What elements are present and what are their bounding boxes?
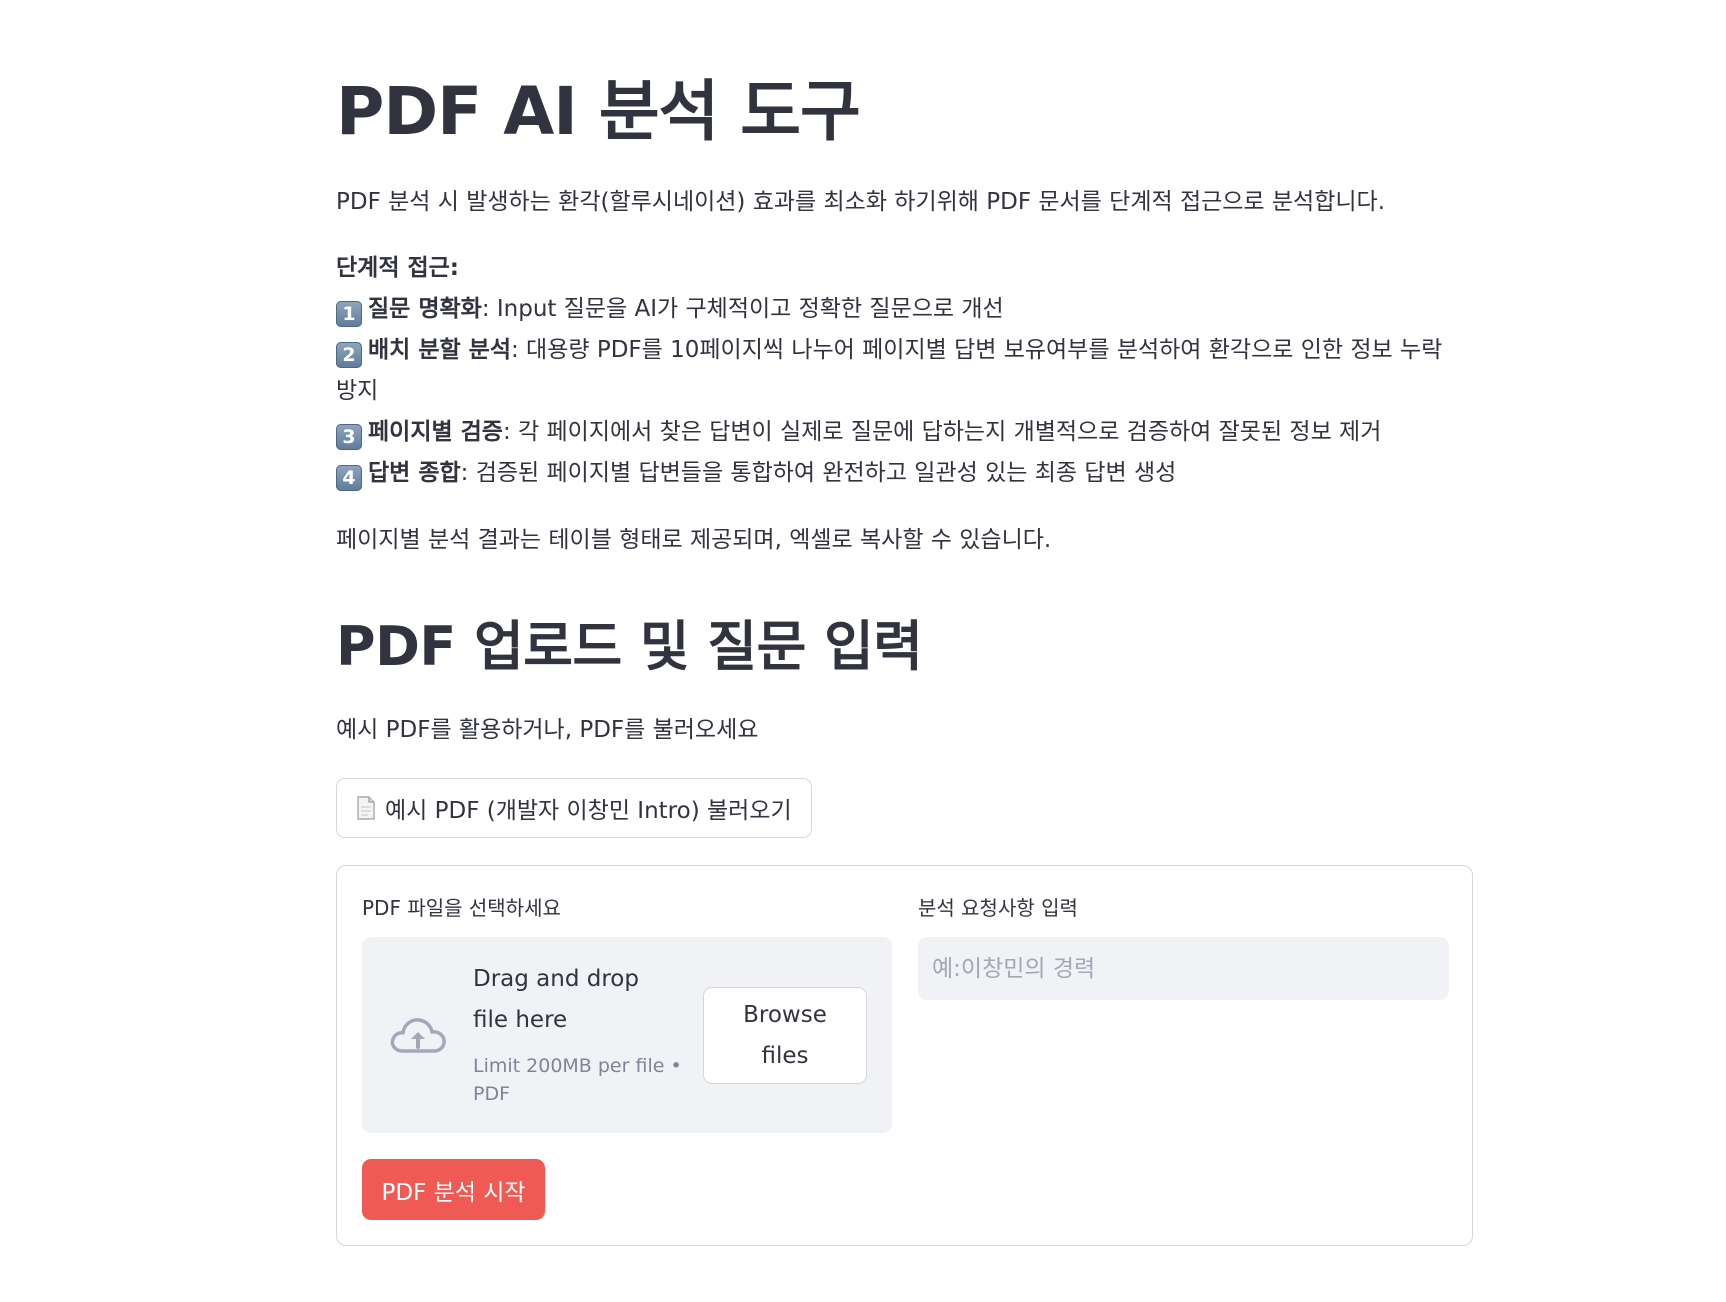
step-item-2: 2 배치 분할 분석: 대용량 PDF를 10페이지씩 나누어 페이지별 답변 보… [336,330,1442,371]
load-example-pdf-label: 예시 PDF (개발자 이창민 Intro) 불러오기 [385,798,792,824]
load-example-pdf-button[interactable]: 예시 PDF (개발자 이창민 Intro) 불러오기 [336,778,812,838]
cloud-upload-icon [390,1018,446,1053]
upload-form: PDF 파일을 선택하세요 Drag and drop file here Li… [336,865,1473,1246]
query-input[interactable] [918,937,1449,1000]
step-text: : Input 질문을 AI가 구체적이고 정확한 질문으로 개선 [481,296,1004,322]
document-icon [357,796,375,820]
keycap-four-icon: 4 [336,465,362,491]
dropzone-file-limit: Limit 200MB per file • PDF [473,1055,682,1105]
step-item-2-continued: 방지 [336,378,379,404]
steps-heading: 단계적 접근: [336,255,460,281]
step-text: : 각 페이지에서 찾은 답변이 실제로 질문에 답하는지 개별적으로 검증하여… [502,419,1382,445]
keycap-one-icon: 1 [336,301,362,327]
browse-files-button[interactable]: Browse files [703,987,867,1084]
keycap-two-icon: 2 [336,342,362,368]
step-item-3: 3 페이지별 검증: 각 페이지에서 찾은 답변이 실제로 질문에 답하는지 개별… [336,412,1381,453]
step-title: 페이지별 검증 [368,419,503,445]
dropzone-instructions: Drag and drop file here [473,966,639,1033]
upload-subtitle: 예시 PDF를 활용하거나, PDF를 불러오세요 [336,717,759,743]
step-text: : 검증된 페이지별 답변들을 통합하여 완전하고 일관성 있는 최종 답변 생… [460,460,1177,486]
keycap-three-icon: 3 [336,424,362,450]
step-item-4: 4 답변 종합: 검증된 페이지별 답변들을 통합하여 완전하고 일관성 있는 최… [336,453,1176,494]
start-analysis-button[interactable]: PDF 분석 시작 [362,1159,545,1220]
upload-section-title: PDF 업로드 및 질문 입력 [336,615,923,678]
step-text: : 대용량 PDF를 10페이지씩 나누어 페이지별 답변 보유여부를 분석하여… [510,337,1443,363]
page-description: PDF 분석 시 발생하는 환각(할루시네이션) 효과를 최소화 하기위해 PD… [336,189,1386,215]
page-title: PDF AI 분석 도구 [336,73,861,150]
step-title: 배치 분할 분석 [368,337,511,363]
step-title: 답변 종합 [368,460,461,486]
step-title: 질문 명확화 [368,296,482,322]
steps-footer: 페이지별 분석 결과는 테이블 형태로 제공되며, 엑셀로 복사할 수 있습니다… [336,527,1052,553]
browse-files-label: Browse files [743,1001,827,1069]
file-uploader-label: PDF 파일을 선택하세요 [362,896,561,920]
step-item-1: 1 질문 명확화: Input 질문을 AI가 구체적이고 정확한 질문으로 개선 [336,289,1004,330]
file-dropzone[interactable]: Drag and drop file here Limit 200MB per … [362,937,892,1133]
query-label: 분석 요청사항 입력 [918,896,1078,920]
